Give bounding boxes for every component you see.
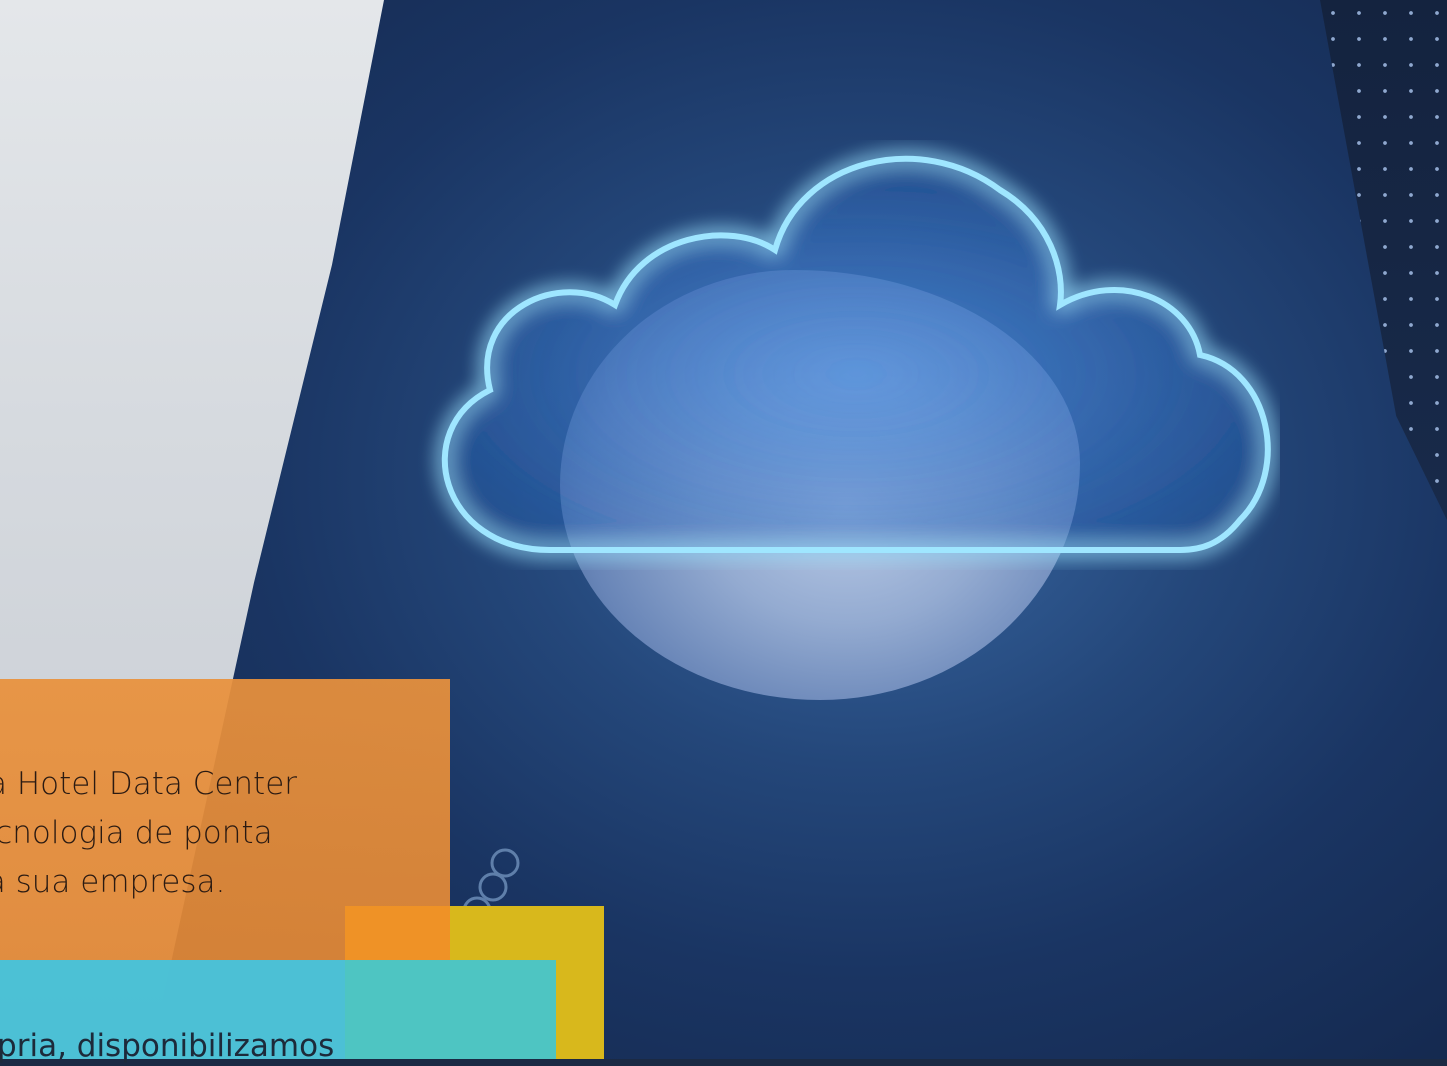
cloud-computing-icon	[441, 155, 1271, 554]
decor-block-teal	[345, 960, 556, 1059]
intro-text-line: tecnologia de ponta	[0, 815, 273, 851]
intro-text-line: ra sua empresa.	[0, 864, 226, 900]
intro-text: a Hotel Data Center tecnologia de ponta …	[0, 760, 450, 907]
decor-block-orange	[345, 906, 450, 960]
secondary-text: rópria, disponibilizamos	[0, 1028, 335, 1064]
intro-text-line: a Hotel Data Center	[0, 766, 298, 802]
